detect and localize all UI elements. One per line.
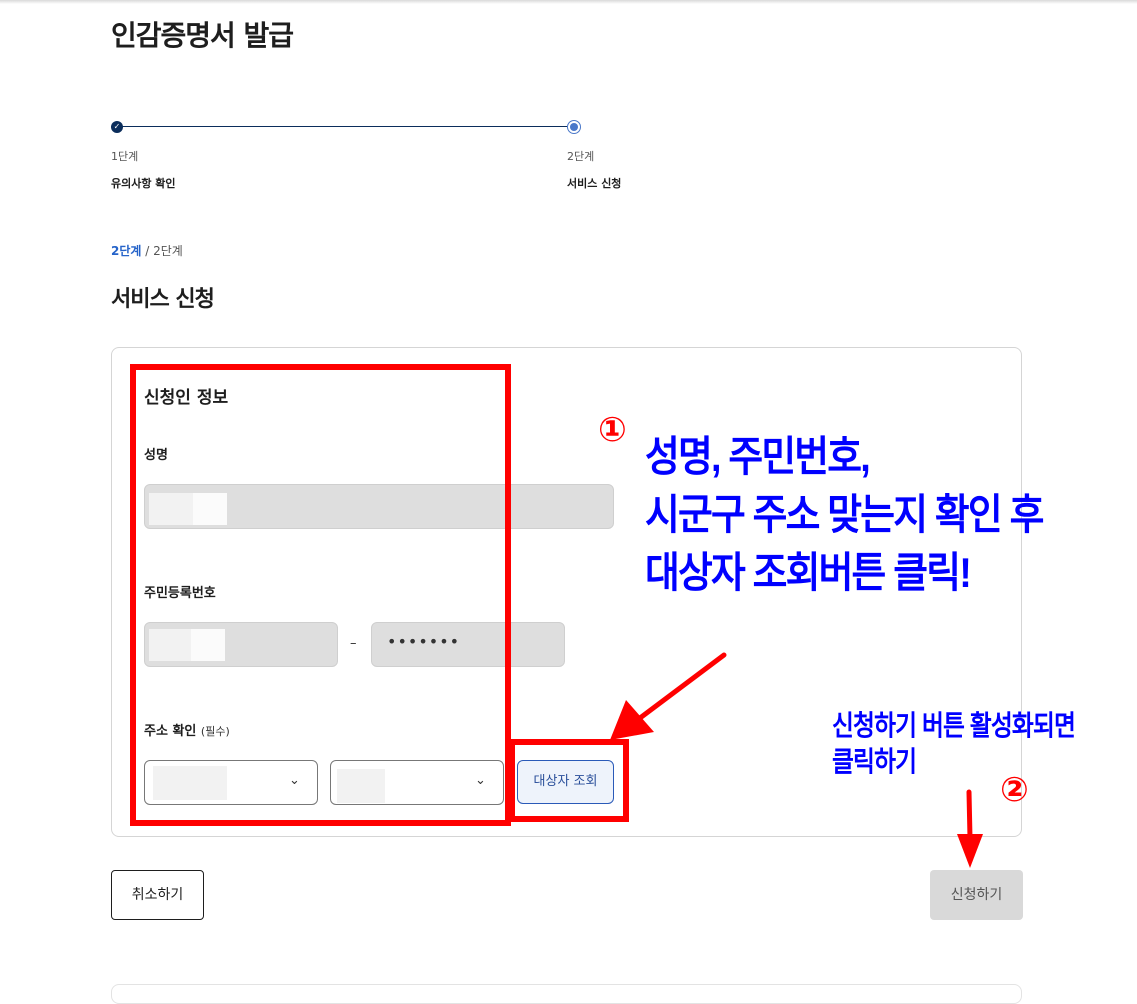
cancel-button[interactable]: 취소하기: [111, 870, 204, 920]
breadcrumb-current: 2단계: [111, 244, 142, 258]
next-card: [111, 984, 1022, 1004]
highlight-applicant-fields: [130, 364, 511, 826]
section-title: 서비스 신청: [111, 287, 215, 312]
breadcrumb: 2단계 / 2단계: [111, 242, 183, 259]
highlight-lookup-button: [509, 739, 629, 822]
step-2-marker: ②: [1000, 770, 1029, 810]
step-2-number: 2단계: [567, 150, 595, 163]
top-shadow: [0, 0, 1137, 4]
step-2-current-icon: [567, 120, 581, 134]
step-2-note-line: 클릭하기: [832, 746, 917, 777]
step-2-note: 신청하기 버튼 활성화되면 클릭하기: [832, 708, 1076, 780]
step-1-note-line: 대상자 조회버튼 클릭!: [645, 549, 972, 596]
breadcrumb-separator: /: [141, 244, 154, 258]
apply-button[interactable]: 신청하기: [930, 870, 1023, 920]
step-1-marker: ①: [598, 410, 627, 450]
step-1-note-line: 시군구 주소 맞는지 확인 후: [645, 491, 1044, 538]
stepper-line: [118, 126, 575, 127]
page-title: 인감증명서 발급: [111, 19, 294, 52]
step-2-note-line: 신청하기 버튼 활성화되면: [832, 710, 1076, 741]
step-1-note: 성명, 주민번호, 시군구 주소 맞는지 확인 후 대상자 조회버튼 클릭!: [645, 428, 1077, 602]
step-2-name: 서비스 신청: [567, 177, 622, 190]
step-1-name: 유의사항 확인: [111, 177, 176, 190]
step-1-note-line: 성명, 주민번호,: [645, 433, 871, 480]
step-1-number: 1단계: [111, 150, 139, 163]
breadcrumb-total: 2단계: [153, 244, 183, 258]
step-1-check-icon: ✓: [111, 121, 123, 133]
